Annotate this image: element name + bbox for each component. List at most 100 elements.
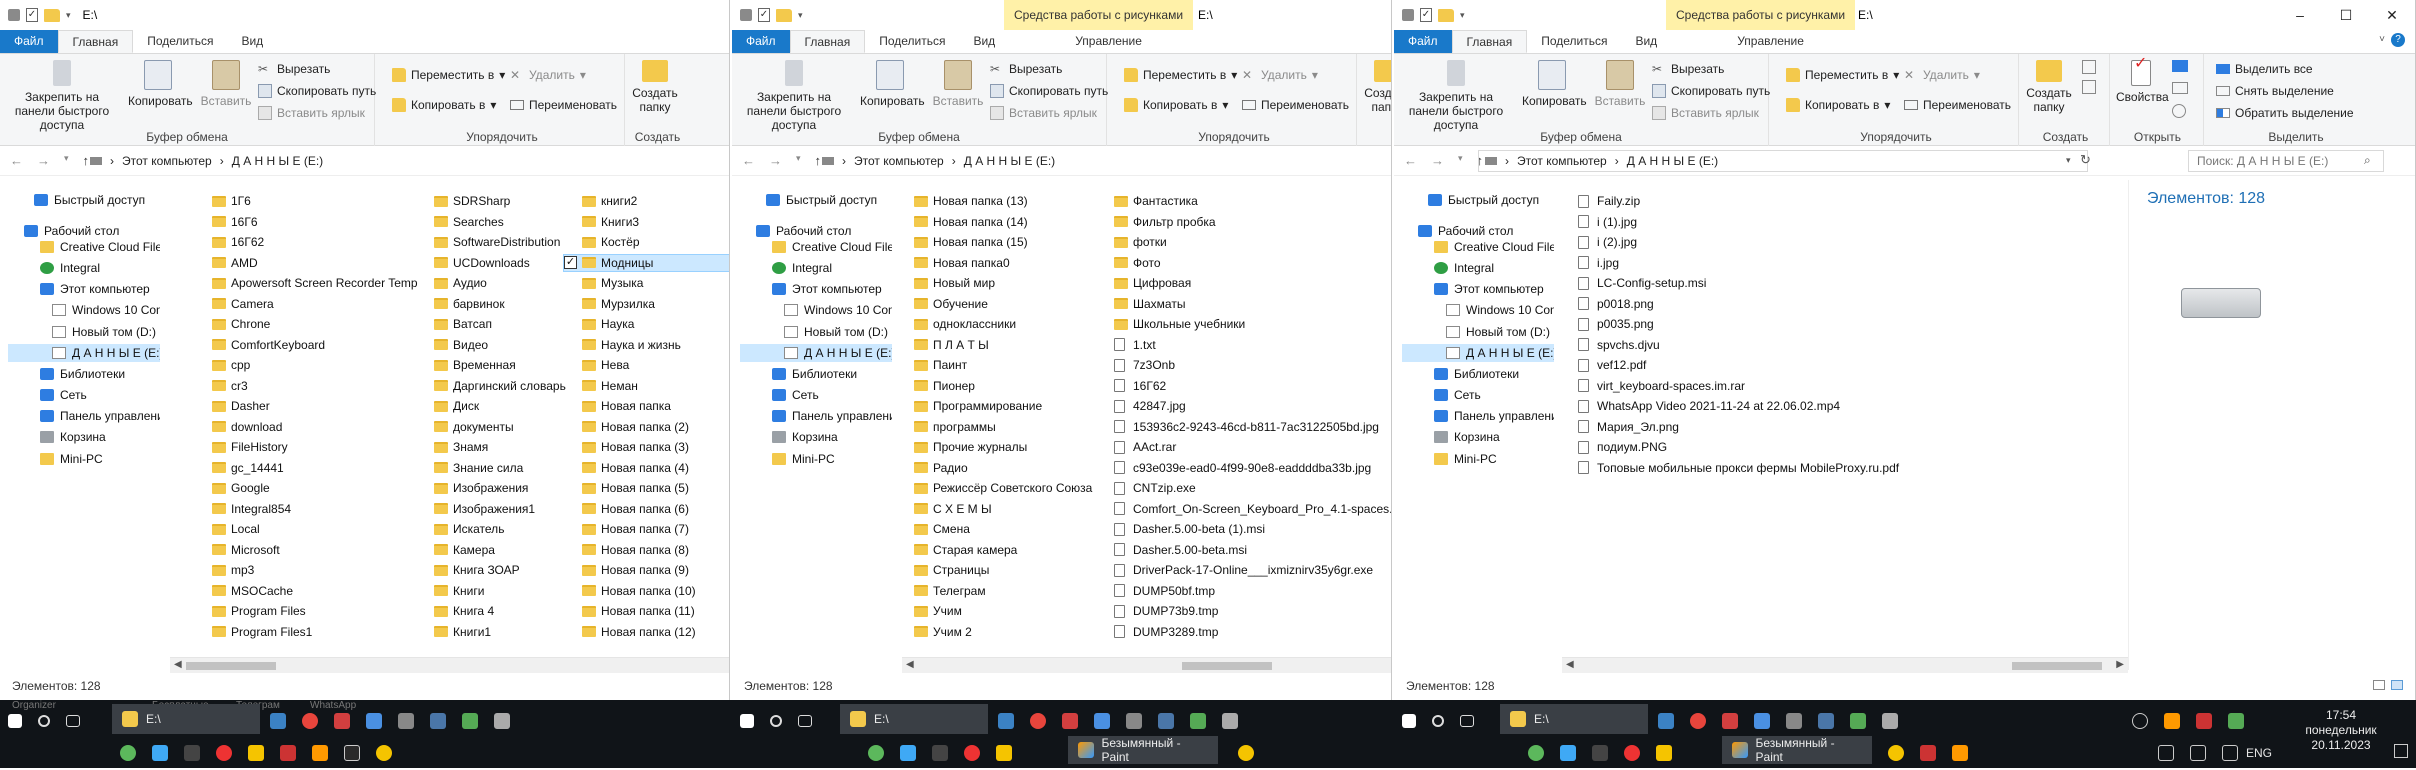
app-icon[interactable] <box>996 745 1012 761</box>
app-icon[interactable] <box>398 713 414 729</box>
easy-access-icon[interactable] <box>2082 80 2096 94</box>
scroll-left-icon[interactable]: ◀ <box>174 659 182 670</box>
file-item[interactable]: Мария_Эл.png <box>1578 418 1938 436</box>
move-to-button[interactable]: Переместить в ▾ <box>1786 68 1899 82</box>
app-icon[interactable] <box>1238 745 1254 761</box>
new-folder-icon[interactable] <box>1438 8 1454 22</box>
app-icon[interactable] <box>868 745 884 761</box>
file-item[interactable]: Книги3 <box>582 213 729 231</box>
file-item[interactable]: i (2).jpg <box>1578 233 1938 251</box>
file-item[interactable]: DriverPack-17-Online___ixmiznirv35y6gr.e… <box>1114 561 1391 579</box>
nav-recycle-bin[interactable]: Корзина <box>40 428 106 446</box>
recent-chevron-icon[interactable]: ▾ <box>796 153 801 168</box>
delete-button[interactable]: ✕ Удалить ▾ <box>510 68 586 82</box>
file-item[interactable]: Неман <box>582 377 729 395</box>
app-icon[interactable] <box>280 745 296 761</box>
ribbon-collapse-icon[interactable]: ˅ <box>2379 34 2385 45</box>
app-icon[interactable] <box>120 745 136 761</box>
file-item[interactable]: vef12.pdf <box>1578 356 1938 374</box>
app-icon[interactable] <box>248 745 264 761</box>
file-item[interactable]: Мурзилка <box>582 295 729 313</box>
app-icon[interactable] <box>1528 745 1544 761</box>
file-item[interactable]: virt_keyboard-spaces.im.rar <box>1578 377 1938 395</box>
back-arrow-icon[interactable]: ← <box>1404 153 1417 168</box>
file-item[interactable]: Новая папка (8) <box>582 541 729 559</box>
file-item[interactable]: Новая папка (10) <box>582 582 729 600</box>
file-item[interactable]: Новая папка (12) <box>582 623 729 641</box>
file-item[interactable]: Новая папка (6) <box>582 500 729 518</box>
file-item[interactable]: Dasher <box>212 397 422 415</box>
file-item[interactable]: Новая папка0 <box>914 254 1110 272</box>
file-item[interactable]: Фото <box>1114 254 1391 272</box>
move-to-button[interactable]: Переместить в ▾ <box>392 68 505 82</box>
help-icon[interactable]: ? <box>2391 33 2405 47</box>
cut-button[interactable]: ✂ Вырезать <box>258 62 330 76</box>
nav-this-pc[interactable]: Этот компьютер <box>40 280 150 298</box>
chrome-icon[interactable] <box>1030 713 1046 729</box>
nav-network[interactable]: Сеть <box>40 386 87 404</box>
file-item[interactable]: Новая папка (11) <box>582 602 729 620</box>
windows-start-icon[interactable] <box>8 714 22 728</box>
file-item[interactable]: Новая папка (5) <box>582 479 729 497</box>
file-item[interactable]: mp3 <box>212 561 422 579</box>
scroll-left-icon[interactable]: ◀ <box>906 659 914 670</box>
scrollbar-thumb[interactable] <box>2012 662 2102 670</box>
file-item[interactable]: Integral854 <box>212 500 422 518</box>
yandex-icon[interactable] <box>1624 745 1640 761</box>
file-item[interactable]: AMD <box>212 254 422 272</box>
file-item[interactable]: Новая папка (14) <box>914 213 1110 231</box>
file-item[interactable]: 1.txt <box>1114 336 1391 354</box>
file-item[interactable]: LC-Config-setup.msi <box>1578 274 1938 292</box>
paste-shortcut-button[interactable]: Вставить ярлык <box>258 106 365 120</box>
app-icon[interactable] <box>184 745 200 761</box>
taskbar-explorer-task[interactable]: E:\ <box>112 704 260 734</box>
taskbar-paint-task[interactable]: Безымянный - Paint <box>1068 736 1218 764</box>
file-item[interactable]: Новая папка (13) <box>914 192 1110 210</box>
taskbar-explorer-task[interactable]: E:\ <box>840 704 988 734</box>
open-icon[interactable] <box>2172 60 2188 72</box>
app-icon[interactable] <box>1656 745 1672 761</box>
nav-creative-cloud[interactable]: Creative Cloud Files <box>1434 238 1554 256</box>
cut-button[interactable]: ✂ Вырезать <box>990 62 1062 76</box>
file-item[interactable]: Книга 4 <box>434 602 574 620</box>
file-item[interactable]: подиум.PNG <box>1578 438 1938 456</box>
file-item[interactable]: DUMP50bf.tmp <box>1114 582 1391 600</box>
file-item[interactable]: Цифровая <box>1114 274 1391 292</box>
nav-libraries[interactable]: Библиотеки <box>772 365 857 383</box>
file-item[interactable]: Книги1 <box>434 623 574 641</box>
nav-network[interactable]: Сеть <box>1434 386 1481 404</box>
file-item[interactable]: Новая папка (7) <box>582 520 729 538</box>
forward-arrow-icon[interactable]: → <box>769 153 782 168</box>
app-icon[interactable] <box>1190 713 1206 729</box>
language-indicator[interactable]: ENG <box>2246 746 2272 760</box>
nav-windows-drive[interactable]: Windows 10 Comp <box>784 301 892 319</box>
search-input[interactable]: Поиск: Д А Н Н Ы Е (E:) <box>2188 150 2384 172</box>
nav-network[interactable]: Сеть <box>772 386 819 404</box>
file-item[interactable]: одноклассники <box>914 315 1110 333</box>
task-view-icon[interactable] <box>1460 715 1474 727</box>
app-icon[interactable] <box>1952 745 1968 761</box>
app-icon[interactable] <box>1888 745 1904 761</box>
file-item[interactable]: cr3 <box>212 377 422 395</box>
media-app-icon[interactable] <box>1722 713 1738 729</box>
file-item[interactable]: 16Г6 <box>212 213 422 231</box>
back-arrow-icon[interactable]: ← <box>10 153 23 168</box>
app-icon[interactable] <box>932 745 948 761</box>
breadcrumb-drive[interactable]: Д А Н Н Ы Е (E:) <box>232 154 323 168</box>
file-item[interactable]: С Х Е М Ы <box>914 500 1110 518</box>
new-folder-button[interactable]: Создать папку <box>2024 60 2074 114</box>
properties-button[interactable]: ✓ Свойства <box>2116 56 2169 105</box>
app-tray-icon[interactable] <box>2164 713 2180 729</box>
tab-home[interactable]: Главная <box>1451 30 1528 53</box>
file-item[interactable]: Фантастика <box>1114 192 1391 210</box>
copy-path-button[interactable]: Скопировать путь <box>990 84 1108 98</box>
file-item[interactable]: Google <box>212 479 422 497</box>
nav-libraries[interactable]: Библиотеки <box>1434 365 1519 383</box>
file-item[interactable]: p0035.png <box>1578 315 1938 333</box>
volume-icon[interactable] <box>2158 745 2174 761</box>
file-item[interactable]: Обучение <box>914 295 1110 313</box>
paste-button[interactable]: Вставить <box>1590 60 1650 108</box>
network-icon[interactable] <box>2190 745 2206 761</box>
file-item[interactable]: Searches <box>434 213 574 231</box>
tab-share[interactable]: Поделиться <box>133 30 227 53</box>
